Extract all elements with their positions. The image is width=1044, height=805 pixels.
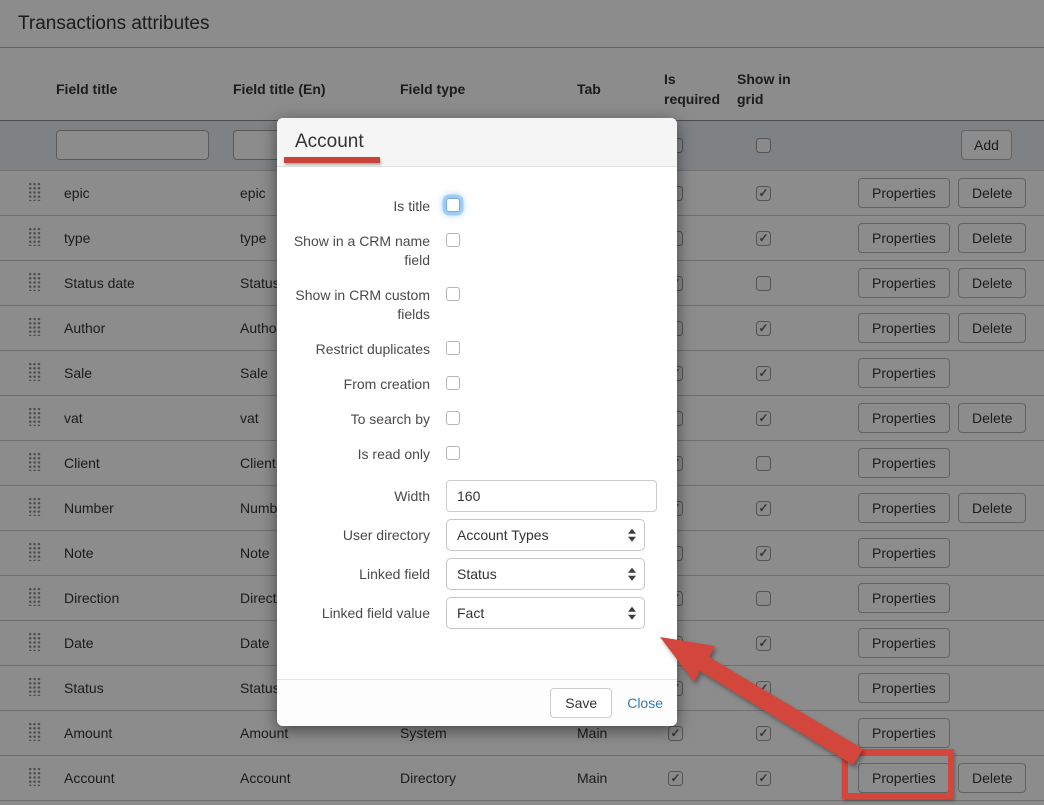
is-title-checkbox[interactable]	[446, 198, 460, 212]
select-value: Account Types	[457, 527, 549, 543]
field-label: Restrict duplicates	[290, 340, 430, 359]
arrow-down-icon	[628, 575, 636, 580]
modal-body: Is title Show in a CRM name field Show in …	[277, 167, 677, 679]
field-label: Show in CRM custom fields	[290, 286, 430, 324]
from-creation-checkbox[interactable]	[446, 376, 460, 390]
field-label: To search by	[290, 410, 430, 429]
field-label: Linked field	[290, 558, 430, 590]
restrict-duplicates-checkbox[interactable]	[446, 341, 460, 355]
modal-field-linked-field-value: Linked field value Fact	[290, 597, 657, 629]
modal-field-linked-field: Linked field Status	[290, 558, 657, 590]
arrow-down-icon	[628, 614, 636, 619]
modal-field-show-in-a-crm-name-field: Show in a CRM name field	[290, 232, 657, 270]
to-search-by-checkbox[interactable]	[446, 411, 460, 425]
select-arrows-icon	[628, 607, 636, 620]
modal-title: Account	[295, 131, 659, 153]
field-label: Width	[290, 480, 430, 512]
select-value: Fact	[457, 605, 484, 621]
modal-field-is-read-only: Is read only	[290, 445, 657, 464]
modal-field-width: Width	[290, 480, 657, 512]
field-label: Show in a CRM name field	[290, 232, 430, 270]
linked-field-value-select[interactable]: Fact	[446, 597, 645, 629]
annotation-underline	[284, 157, 380, 163]
arrow-up-icon	[628, 607, 636, 612]
field-label: User directory	[290, 519, 430, 551]
linked-field-select[interactable]: Status	[446, 558, 645, 590]
arrow-up-icon	[628, 529, 636, 534]
annotation-highlight-rect	[842, 749, 954, 799]
close-button[interactable]: Close	[627, 695, 663, 711]
select-value: Status	[457, 566, 497, 582]
width-input[interactable]	[446, 480, 657, 512]
show-in-crm-custom-fields-checkbox[interactable]	[446, 287, 460, 301]
save-button[interactable]: Save	[550, 688, 612, 718]
is-read-only-checkbox[interactable]	[446, 446, 460, 460]
show-in-a-crm-name-field-checkbox[interactable]	[446, 233, 460, 247]
modal-field-show-in-crm-custom-fields: Show in CRM custom fields	[290, 286, 657, 324]
modal-field-is-title: Is title	[290, 197, 657, 216]
field-label: Is title	[290, 197, 430, 216]
user-directory-select[interactable]: Account Types	[446, 519, 645, 551]
modal-field-user-directory: User directory Account Types	[290, 519, 657, 551]
arrow-down-icon	[628, 536, 636, 541]
screen: Transactions attributes Field title Fiel…	[0, 0, 1044, 805]
select-arrows-icon	[628, 568, 636, 581]
modal-footer: Save Close	[277, 679, 677, 726]
modal-field-restrict-duplicates: Restrict duplicates	[290, 340, 657, 359]
field-label: Is read only	[290, 445, 430, 464]
field-label: Linked field value	[290, 597, 430, 629]
account-modal: Account Is title Show in a CRM name field…	[277, 118, 677, 726]
arrow-up-icon	[628, 568, 636, 573]
modal-field-to-search-by: To search by	[290, 410, 657, 429]
select-arrows-icon	[628, 529, 636, 542]
modal-field-from-creation: From creation	[290, 375, 657, 394]
field-label: From creation	[290, 375, 430, 394]
